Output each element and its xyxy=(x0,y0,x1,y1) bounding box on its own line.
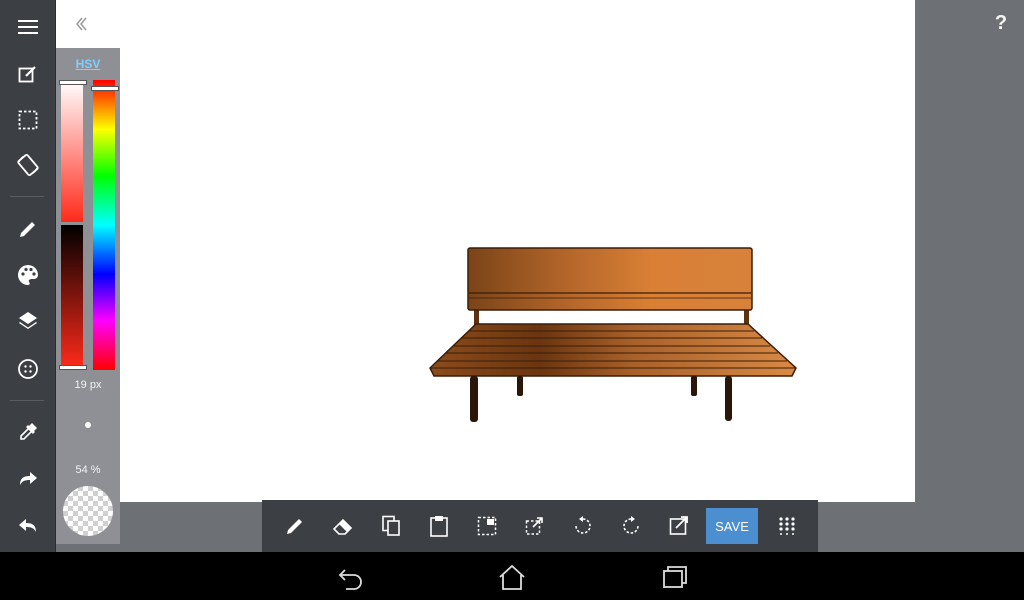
eyedropper-icon xyxy=(19,423,37,440)
selection-button[interactable] xyxy=(0,100,55,140)
saturation-slider[interactable] xyxy=(61,80,83,222)
copy-button[interactable] xyxy=(377,512,405,540)
toolbar-divider xyxy=(10,196,44,197)
copy-icon xyxy=(382,515,400,536)
rotate-canvas-button[interactable] xyxy=(0,145,55,185)
color-preview[interactable] xyxy=(63,486,113,536)
drawing-canvas[interactable] xyxy=(56,0,915,502)
home-icon xyxy=(499,564,525,590)
saturation-slider-handle[interactable] xyxy=(59,80,87,85)
brush-settings-button[interactable] xyxy=(0,349,55,389)
rotate-right-icon xyxy=(623,516,639,534)
pen-icon xyxy=(19,222,35,237)
recents-icon xyxy=(663,566,687,588)
system-nav-bar xyxy=(0,552,1024,600)
layers-icon xyxy=(18,312,37,329)
eraser-button[interactable] xyxy=(329,512,357,540)
brush-settings-icon xyxy=(17,359,38,379)
bottom-toolbar: SAVE xyxy=(262,500,818,552)
left-toolbar xyxy=(0,0,56,552)
brush-size-label: 19 px xyxy=(74,379,102,391)
select-move-icon xyxy=(477,516,497,536)
rotate-right-button[interactable] xyxy=(617,512,645,540)
toolbar-divider xyxy=(10,400,44,401)
undo-icon xyxy=(18,519,36,532)
edit-canvas-icon xyxy=(18,66,36,83)
more-menu-button[interactable] xyxy=(773,512,801,540)
opacity-label: 54 % xyxy=(75,464,101,476)
palette-icon xyxy=(17,265,38,285)
brush-size-dot[interactable] xyxy=(85,422,91,428)
rotate-canvas-icon xyxy=(16,153,39,177)
transform-button[interactable] xyxy=(521,512,549,540)
redo-button[interactable] xyxy=(0,458,55,498)
nav-home-button[interactable] xyxy=(497,562,527,592)
redo-icon xyxy=(19,472,37,485)
nav-recents-button[interactable] xyxy=(660,562,690,592)
back-icon xyxy=(338,569,362,590)
layers-button[interactable] xyxy=(0,301,55,341)
menu-button[interactable] xyxy=(0,7,55,47)
help-button[interactable]: ? xyxy=(990,12,1012,36)
bench-drawing xyxy=(429,247,797,422)
menu-icon xyxy=(17,20,38,34)
eyedropper-button[interactable] xyxy=(0,412,55,452)
rotate-left-icon xyxy=(575,516,591,534)
pen-tool-button[interactable] xyxy=(0,209,55,249)
export-icon xyxy=(669,516,688,535)
select-move-button[interactable] xyxy=(473,512,501,540)
palette-button[interactable] xyxy=(0,255,55,295)
double-chevron-left-icon xyxy=(76,17,87,31)
selection-icon xyxy=(18,110,37,130)
paste-button[interactable] xyxy=(425,512,453,540)
transform-icon xyxy=(525,517,543,535)
undo-button[interactable] xyxy=(0,505,55,545)
grid-menu-icon xyxy=(779,517,795,535)
color-panel: HSV 19 px 54 % xyxy=(56,48,120,544)
hue-slider-handle[interactable] xyxy=(91,86,119,91)
brightness-slider[interactable] xyxy=(61,225,83,368)
pen-icon xyxy=(287,519,302,534)
pen-button[interactable] xyxy=(281,512,309,540)
export-button[interactable] xyxy=(665,512,693,540)
save-button[interactable]: SAVE xyxy=(706,508,758,544)
paste-icon xyxy=(430,516,448,537)
brightness-slider-handle[interactable] xyxy=(59,365,87,370)
nav-back-button[interactable] xyxy=(336,562,366,592)
hue-slider[interactable] xyxy=(93,80,115,370)
rotate-left-button[interactable] xyxy=(569,512,597,540)
color-mode-link[interactable]: HSV xyxy=(56,57,120,71)
collapse-panel-button[interactable] xyxy=(72,14,92,34)
edit-canvas-button[interactable] xyxy=(0,54,55,94)
eraser-icon xyxy=(332,518,353,535)
